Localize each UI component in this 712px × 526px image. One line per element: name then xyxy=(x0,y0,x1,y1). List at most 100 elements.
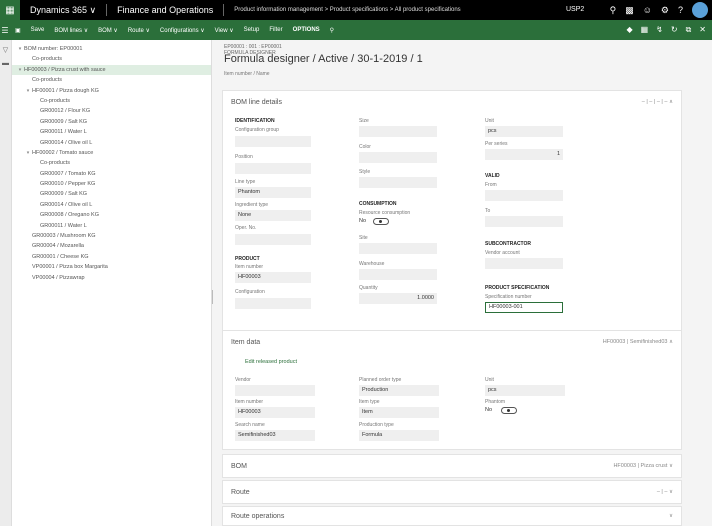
refresh-icon[interactable]: ↻ xyxy=(671,25,678,35)
warehouse-field[interactable] xyxy=(359,269,437,280)
close-icon[interactable]: ✕ xyxy=(699,25,706,35)
resource-consumption-toggle[interactable] xyxy=(373,218,389,225)
ingredient-type-select[interactable]: None xyxy=(235,210,311,221)
tree-item[interactable]: GR00014 / Olive oil L xyxy=(12,200,211,210)
field-label: Configuration xyxy=(235,289,265,295)
tree-item[interactable]: GR00014 / Olive oil L xyxy=(12,138,211,148)
item-number-field[interactable]: HF00003 xyxy=(235,272,311,283)
tree-item[interactable]: VP00001 / Pizza box Margarita xyxy=(12,262,211,272)
vendor-account-field[interactable] xyxy=(485,258,563,269)
color-field[interactable] xyxy=(359,152,437,163)
route-menu[interactable]: Route ∨ xyxy=(123,27,155,34)
tree-item[interactable]: GR00009 / Salt KG xyxy=(12,189,211,199)
card-toolbar[interactable]: – | – | – | – ∧ xyxy=(642,99,673,105)
bom-menu[interactable]: BOM ∨ xyxy=(93,27,123,34)
tree-item[interactable]: ▾ HF00002 / Tomato sauce xyxy=(12,148,211,158)
open-new-window-icon[interactable]: ⧉ xyxy=(686,25,692,35)
diamond-icon[interactable]: ◆ xyxy=(626,25,632,35)
edit-released-product-link[interactable]: Edit released product xyxy=(245,359,297,365)
tree-item[interactable]: Co-products xyxy=(12,158,211,168)
attach-icon[interactable]: ↯ xyxy=(656,25,663,35)
pane-splitter[interactable] xyxy=(212,290,214,304)
company-picker[interactable]: USP2 xyxy=(566,6,584,13)
unit-field[interactable]: pcs xyxy=(485,385,565,396)
card-toolbar[interactable]: ∨ xyxy=(669,513,673,519)
card-toolbar[interactable]: HF00003 | Semifinished03 ∧ xyxy=(603,339,673,345)
app-launcher-icon[interactable]: ▦ xyxy=(0,0,20,20)
search-icon[interactable]: ⚲ xyxy=(325,27,339,34)
style-field[interactable] xyxy=(359,177,437,188)
tree-item[interactable]: GR00003 / Mushroom KG xyxy=(12,231,211,241)
tree-item-label: Co-products xyxy=(40,160,70,167)
item-number-field[interactable]: HF00003 xyxy=(235,407,315,418)
search-icon[interactable]: ⚲ xyxy=(610,5,617,16)
expand-chevron-icon[interactable]: ▾ xyxy=(24,148,32,158)
view-menu[interactable]: View ∨ xyxy=(210,27,239,34)
save-button[interactable]: Save xyxy=(26,27,50,33)
valid-from-field[interactable] xyxy=(485,190,563,201)
office-icon[interactable]: ▦ xyxy=(641,25,649,35)
tree-item[interactable]: ▾ BOM number: EP00001 xyxy=(12,44,211,54)
tree-item[interactable]: Co-products xyxy=(12,75,211,85)
configuration-field[interactable] xyxy=(235,298,311,309)
valid-to-field[interactable] xyxy=(485,216,563,227)
unit-field[interactable]: pcs xyxy=(485,126,563,137)
breadcrumb[interactable]: Product information management > Product… xyxy=(234,7,460,13)
avatar[interactable] xyxy=(692,2,708,18)
oper-no-field[interactable] xyxy=(235,234,311,245)
specification-number-field[interactable]: HF00003-001 xyxy=(485,302,563,313)
planned-order-type-field[interactable]: Production xyxy=(359,385,439,396)
expand-chevron-icon[interactable]: ▾ xyxy=(24,86,32,96)
hamburger-menu-icon[interactable]: ☰ xyxy=(0,26,10,35)
tree-item[interactable]: GR00009 / Salt KG xyxy=(12,117,211,127)
position-field[interactable] xyxy=(235,163,311,174)
tree-item[interactable]: GR00001 / Cheese KG xyxy=(12,252,211,262)
card-toolbar[interactable]: HF00003 | Pizza crust ∨ xyxy=(613,463,673,469)
site-field[interactable] xyxy=(359,243,437,254)
gear-icon[interactable]: ⚙ xyxy=(661,5,669,16)
card-title[interactable]: Route operations xyxy=(231,513,284,520)
tree-item[interactable]: VP00004 / Pizzawrap xyxy=(12,273,211,283)
card-toolbar[interactable]: – | – ∨ xyxy=(657,489,673,495)
size-field[interactable] xyxy=(359,126,437,137)
line-type-select[interactable]: Phantom xyxy=(235,187,311,198)
card-title[interactable]: BOM xyxy=(231,463,247,470)
setup-menu[interactable]: Setup xyxy=(239,27,265,33)
tree-item[interactable]: GR00010 / Pepper KG xyxy=(12,179,211,189)
card-title[interactable]: Item data xyxy=(231,339,260,346)
tree-item[interactable]: GR00011 / Water L xyxy=(12,127,211,137)
configuration-group-field[interactable] xyxy=(235,136,311,147)
per-series-field[interactable]: 1 xyxy=(485,149,563,160)
tree-item[interactable]: GR00008 / Oregano KG xyxy=(12,210,211,220)
help-icon[interactable]: ? xyxy=(678,5,683,15)
tree-item[interactable]: ▾ HF00001 / Pizza dough KG xyxy=(12,86,211,96)
phantom-toggle[interactable] xyxy=(501,407,517,414)
tree-item[interactable]: GR00012 / Flour KG xyxy=(12,106,211,116)
tree-item[interactable]: Co-products xyxy=(12,54,211,64)
expand-chevron-icon[interactable]: ▾ xyxy=(16,44,24,54)
smiley-icon[interactable]: ☺ xyxy=(643,5,652,15)
save-icon[interactable]: ▣ xyxy=(10,27,26,34)
tree-item[interactable]: GR00004 / Mozarella xyxy=(12,241,211,251)
chat-icon[interactable]: ▩ xyxy=(625,5,634,16)
search-name-field[interactable]: Semifinished03 xyxy=(235,430,315,441)
card-title[interactable]: Route xyxy=(231,489,250,496)
item-type-field[interactable]: Item xyxy=(359,407,439,418)
filter-menu[interactable]: Filter xyxy=(264,27,287,33)
vendor-field[interactable] xyxy=(235,385,315,396)
tree-item[interactable]: Co-products xyxy=(12,96,211,106)
tree-item[interactable]: GR00011 / Water L xyxy=(12,221,211,231)
options-menu[interactable]: OPTIONS xyxy=(288,27,325,33)
pin-icon[interactable]: ▬ xyxy=(0,60,11,67)
tree-item[interactable]: GR00007 / Tomato KG xyxy=(12,169,211,179)
tree-item[interactable]: ▾ HF00003 / Pizza crust with sauce xyxy=(12,64,211,76)
tree-item-label: Co-products xyxy=(32,56,62,63)
filter-icon[interactable]: ▽ xyxy=(0,46,11,54)
bom-lines-menu[interactable]: BOM lines ∨ xyxy=(49,27,93,34)
configurations-menu[interactable]: Configurations ∨ xyxy=(155,27,210,34)
expand-chevron-icon[interactable]: ▾ xyxy=(16,65,24,75)
card-title[interactable]: BOM line details xyxy=(231,99,282,106)
production-type-field[interactable]: Formula xyxy=(359,430,439,441)
quantity-field[interactable]: 1.0000 xyxy=(359,293,437,304)
app-name[interactable]: Dynamics 365 ∨ xyxy=(20,5,106,16)
